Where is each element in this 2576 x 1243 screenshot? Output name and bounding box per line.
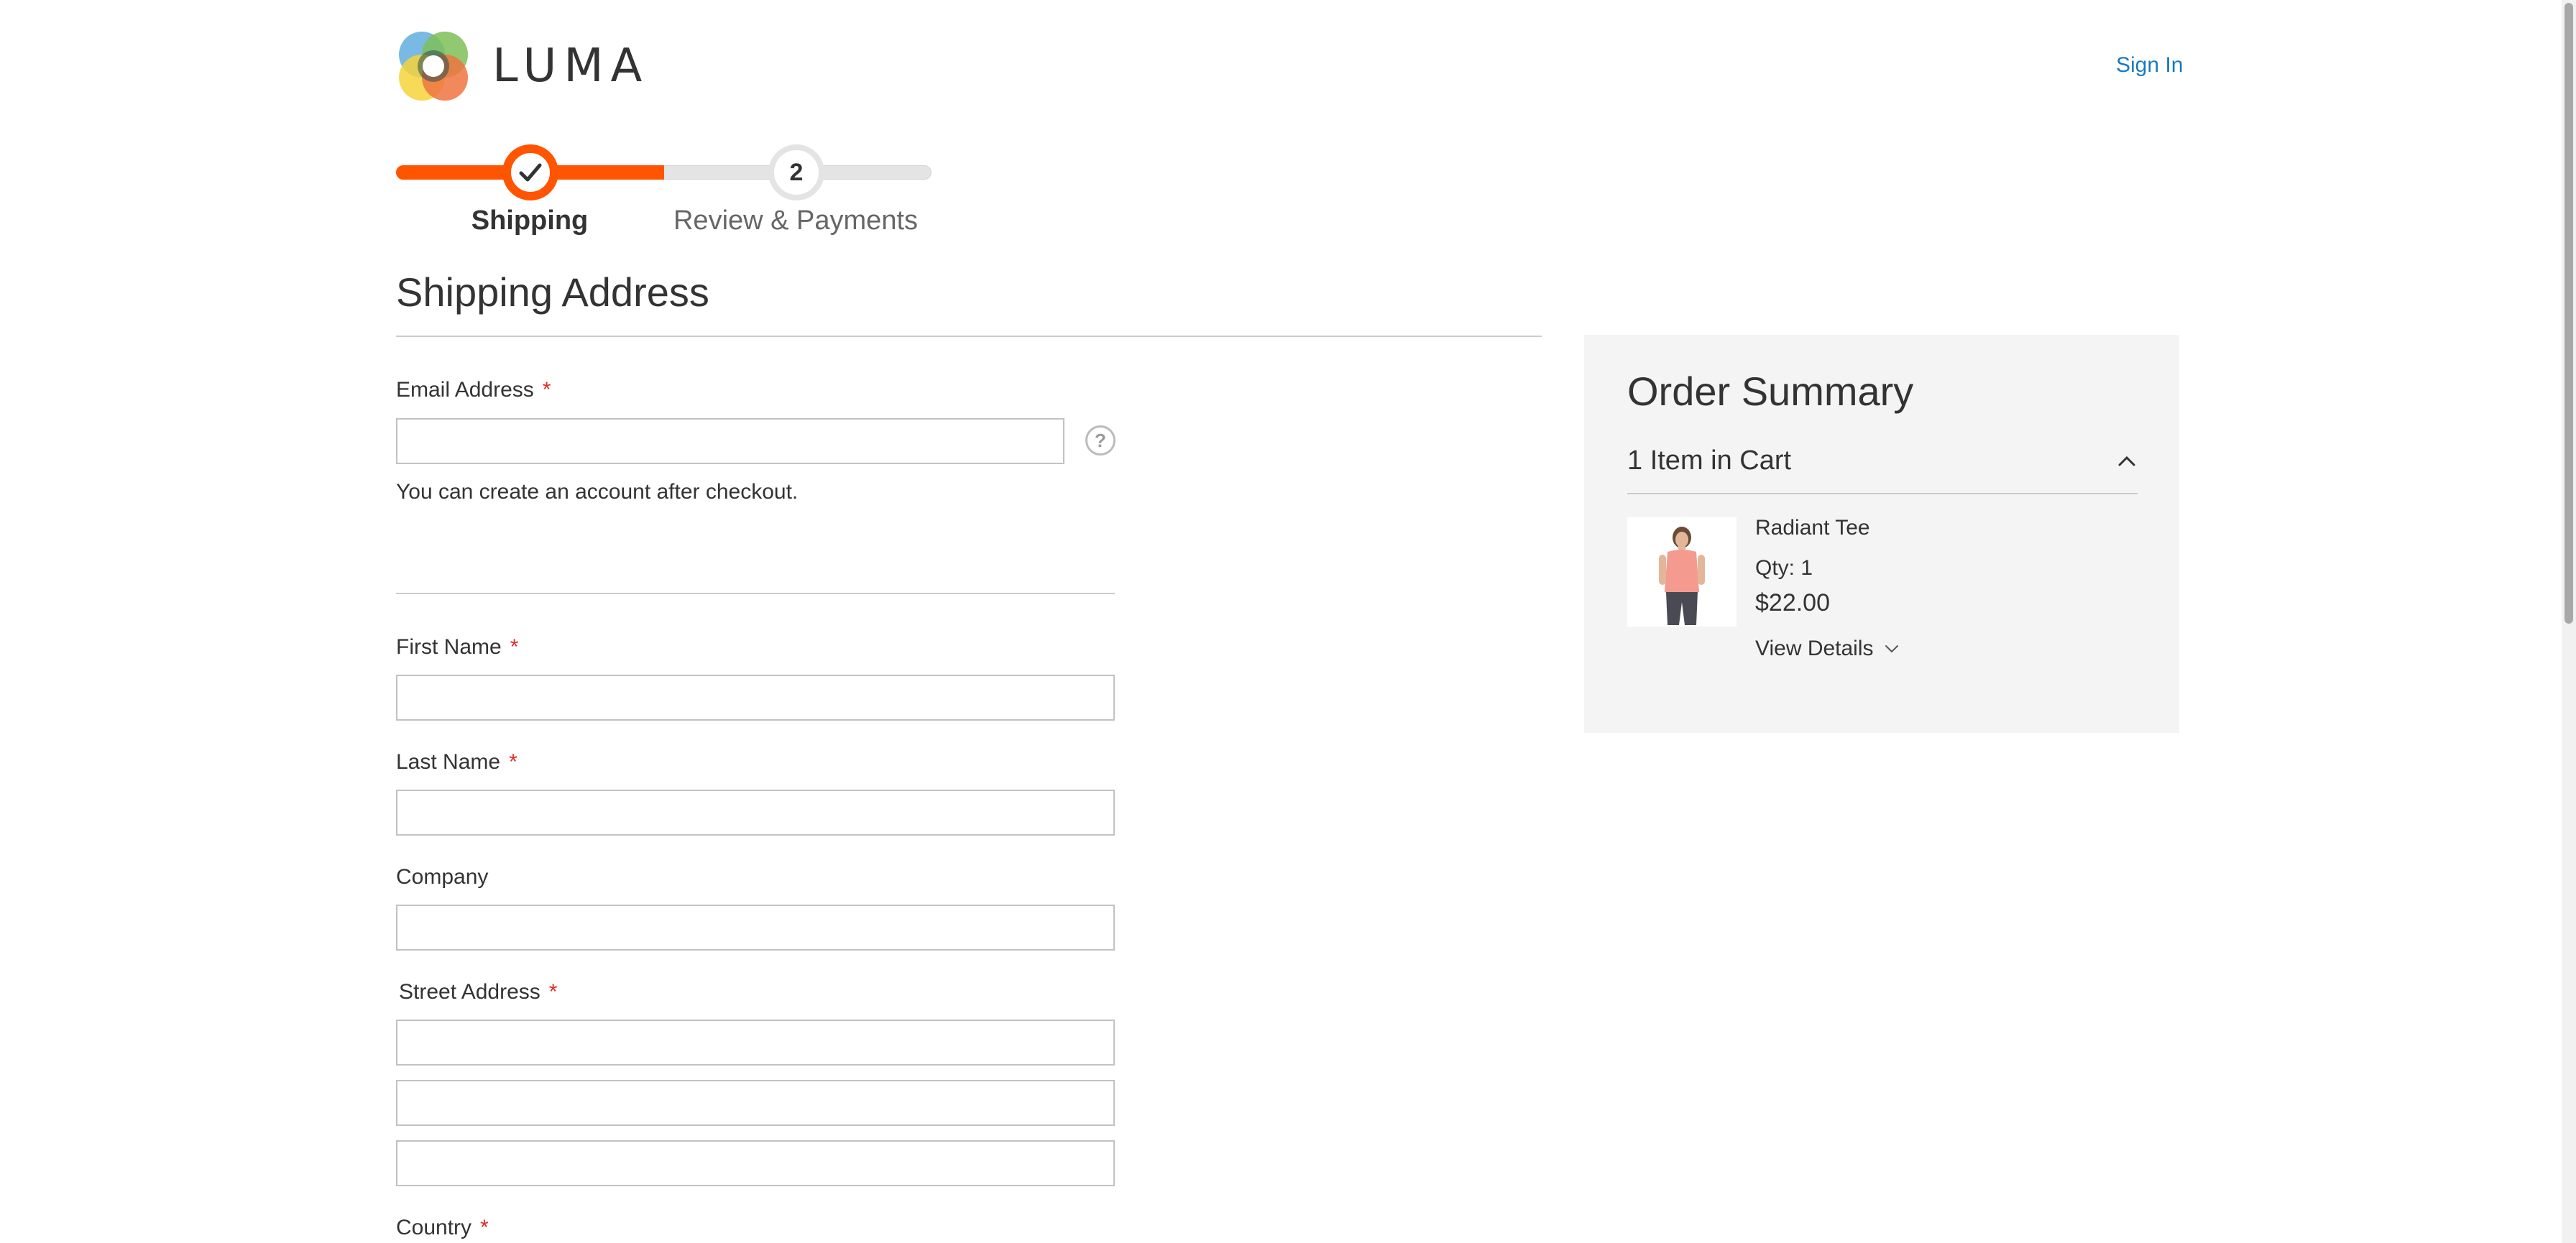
required-marker: * (548, 980, 558, 1004)
luma-logo-icon (399, 32, 468, 101)
account-note: You can create an account after checkout… (396, 480, 799, 504)
required-marker: * (510, 635, 519, 659)
check-icon (519, 163, 542, 182)
view-details-label: View Details (1755, 637, 1874, 660)
last-name-field[interactable] (396, 790, 1115, 836)
country-label: Country * (396, 1216, 489, 1240)
required-marker: * (509, 750, 518, 774)
required-marker: * (480, 1216, 489, 1239)
help-icon[interactable]: ? (1085, 425, 1116, 456)
page-scrollbar[interactable] (2562, 0, 2576, 1243)
company-label-text: Company (396, 865, 489, 889)
shipping-address-title: Shipping Address (396, 269, 709, 315)
email-label: Email Address * (396, 378, 551, 402)
company-field[interactable] (396, 905, 1115, 951)
product-price: $22.00 (1755, 589, 1830, 616)
street-line-2-field[interactable] (396, 1080, 1115, 1126)
street-line-1-field[interactable] (396, 1020, 1115, 1066)
form-divider (396, 593, 1115, 594)
company-label: Company (396, 865, 488, 889)
view-details-toggle[interactable]: View Details (1755, 637, 1900, 661)
order-summary-title: Order Summary (1627, 369, 1914, 414)
last-name-label: Last Name * (396, 750, 518, 775)
last-name-label-text: Last Name (396, 750, 501, 774)
product-name: Radiant Tee (1755, 516, 1870, 540)
first-name-label: First Name * (396, 635, 518, 660)
street-address-label: Street Address * (399, 980, 557, 1004)
country-label-text: Country (396, 1216, 472, 1239)
step-shipping-marker (502, 144, 558, 200)
cart-count-toggle[interactable]: 1 Item in Cart (1627, 445, 1791, 476)
title-divider (396, 336, 1542, 337)
step-shipping-label: Shipping (471, 205, 589, 236)
checkout-progress: 2 Shipping Review & Payments (396, 137, 932, 244)
first-name-label-text: First Name (396, 635, 502, 659)
product-image (1627, 517, 1736, 627)
required-marker: * (542, 378, 551, 402)
step-review-label[interactable]: Review & Payments (673, 205, 918, 236)
sign-in-link[interactable]: Sign In (2116, 53, 2183, 78)
first-name-field[interactable] (396, 675, 1115, 721)
luma-logo[interactable]: LUMA (396, 29, 649, 103)
step-review-marker[interactable]: 2 (768, 144, 824, 200)
logo-text: LUMA (492, 40, 650, 93)
email-field[interactable] (396, 418, 1064, 464)
street-label-text: Street Address (399, 980, 540, 1004)
chevron-down-icon (1885, 645, 1898, 653)
scrollbar-thumb[interactable] (2564, 3, 2573, 624)
summary-divider (1627, 493, 2138, 494)
chevron-up-icon[interactable] (2116, 454, 2138, 468)
email-label-text: Email Address (396, 378, 534, 402)
product-thumbnail (1627, 517, 1736, 627)
order-summary: Order Summary 1 Item in Cart Radiant Tee… (1584, 335, 2179, 733)
checkout-page: LUMA Sign In 2 Shipping Review & Payment… (0, 0, 2576, 1243)
product-qty: Qty: 1 (1755, 556, 1813, 580)
street-line-3-field[interactable] (396, 1140, 1115, 1186)
